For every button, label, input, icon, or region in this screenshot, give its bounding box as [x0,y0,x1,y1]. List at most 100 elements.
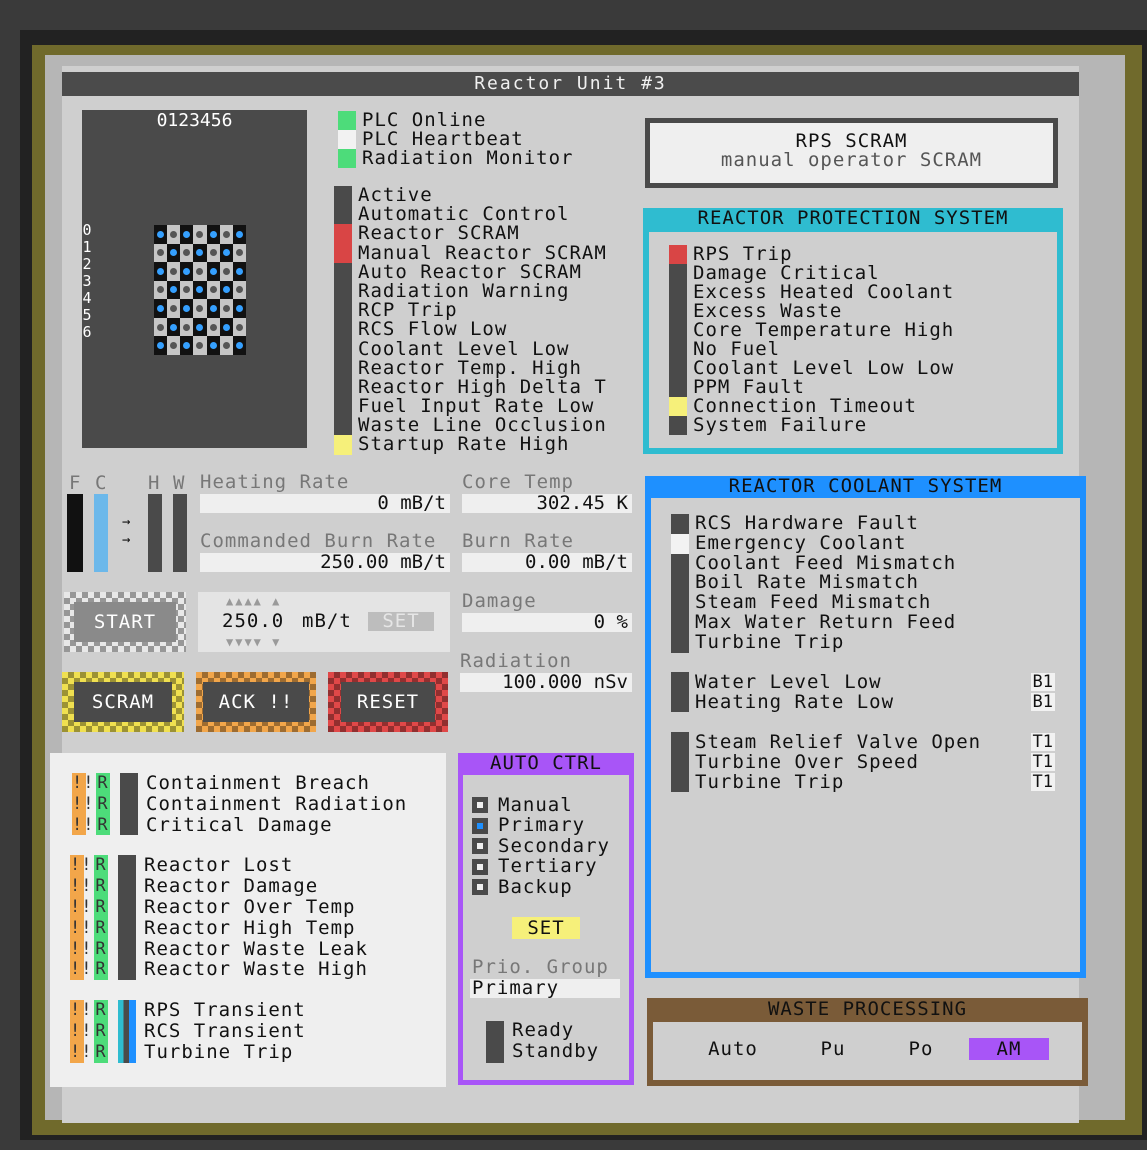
scram-button[interactable]: SCRAM [62,672,184,732]
radio-button[interactable] [472,879,488,896]
auto-ctrl-option[interactable]: Tertiary [472,857,610,878]
fuel-assembly[interactable] [219,262,233,281]
decrement-arrows[interactable]: ▼▼▼▼ ▼ [226,635,281,649]
auto-ctrl-set-button[interactable]: SET [512,917,580,939]
fuel-assembly[interactable] [193,225,207,244]
fuel-assembly[interactable] [193,280,207,300]
fuel-assembly[interactable] [167,243,181,263]
fuel-assembly[interactable] [167,299,181,318]
fuel-assembly[interactable] [206,317,220,337]
fuel-assembly[interactable] [180,317,194,337]
ack-button[interactable]: ACK !! [196,672,316,732]
fuel-assembly[interactable] [180,243,194,263]
setpoint-set-button[interactable]: SET [368,612,434,631]
alarm-ack-icon[interactable]: !! [70,855,91,876]
fuel-assembly[interactable] [193,299,207,318]
increment-arrows[interactable]: ▲▲▲▲ ▲ [226,594,281,608]
alarm-ack-icon[interactable]: !! [70,897,91,918]
alarm-reset-icon[interactable]: R [94,959,108,980]
auto-ctrl-option[interactable]: Manual [472,795,610,816]
fuel-assembly[interactable] [154,317,168,337]
radio-button[interactable] [472,797,488,814]
alarm-ack-icon[interactable]: !! [72,794,93,815]
fuel-assembly[interactable] [154,336,168,355]
alarm-reset-icon[interactable]: R [96,815,110,836]
waste-option-pu[interactable]: Pu [803,1038,863,1060]
alarm-reset-icon[interactable]: R [94,1042,108,1063]
fuel-assembly[interactable] [232,336,246,355]
radio-button[interactable] [472,817,488,834]
fuel-assembly[interactable] [167,336,181,355]
alarm-ack-icon[interactable]: !! [70,1021,91,1042]
fuel-assembly[interactable] [193,317,207,337]
fuel-assembly[interactable] [154,243,168,263]
alarm-ack-icon[interactable]: !! [70,959,91,980]
fuel-assembly[interactable] [219,243,233,263]
alarm-ack-icon[interactable]: !! [70,918,91,939]
fuel-assembly[interactable] [232,262,246,281]
fuel-assembly[interactable] [180,299,194,318]
fuel-assembly[interactable] [219,280,233,300]
alarm-reset-icon[interactable]: R [94,1000,108,1021]
fuel-assembly[interactable] [167,317,181,337]
alarm-reset-icon[interactable]: R [94,1021,108,1042]
fuel-assembly[interactable] [232,243,246,263]
indicator-light [671,772,689,792]
fuel-assembly[interactable] [167,225,181,244]
fuel-assembly[interactable] [232,299,246,318]
fuel-assembly[interactable] [193,243,207,263]
radio-button[interactable] [472,858,488,875]
fuel-assembly[interactable] [206,262,220,281]
alarm-reset-icon[interactable]: R [96,773,110,794]
reset-button[interactable]: RESET [328,672,448,732]
start-button[interactable]: START [64,592,186,652]
fuel-assembly[interactable] [154,280,168,300]
radio-button[interactable] [472,838,488,855]
waste-option-auto[interactable]: Auto [703,1038,763,1060]
alarm-reset-icon[interactable]: R [94,897,108,918]
alarm-ack-icon[interactable]: !! [70,1042,91,1063]
fuel-assembly[interactable] [180,262,194,281]
alarm-reset-icon[interactable]: R [94,939,108,960]
alarm-reset-icon[interactable]: R [94,855,108,876]
auto-ctrl-option[interactable]: Backup [472,877,610,898]
alarm-ack-icon[interactable]: !! [70,1000,91,1021]
alarm-reset-column: RRR [94,1000,108,1063]
burn-setpoint-input[interactable]: 250.0 [222,612,284,631]
fuel-assembly[interactable] [232,225,246,244]
fuel-assembly[interactable] [206,336,220,355]
auto-ctrl-option[interactable]: Secondary [472,836,610,857]
auto-ctrl-option[interactable]: Primary [472,816,610,837]
fuel-assembly[interactable] [219,225,233,244]
fuel-assembly[interactable] [206,243,220,263]
alarm-ack-icon[interactable]: !! [72,815,93,836]
fuel-assembly[interactable] [193,262,207,281]
fuel-assembly[interactable] [232,280,246,300]
alarm-ack-icon[interactable]: !! [72,773,93,794]
alarm-ack-icon[interactable]: !! [70,939,91,960]
fuel-assembly[interactable] [154,225,168,244]
fuel-assembly[interactable] [154,262,168,281]
fuel-assembly[interactable] [206,280,220,300]
fuel-assembly[interactable] [154,299,168,318]
fuel-assembly[interactable] [180,280,194,300]
alarm-reset-icon[interactable]: R [96,794,110,815]
alarm-ack-icon[interactable]: !! [70,876,91,897]
fuel-assembly[interactable] [180,336,194,355]
alarm-reset-icon[interactable]: R [94,918,108,939]
prio-group-select[interactable]: Primary [470,979,620,998]
fuel-assembly[interactable] [206,225,220,244]
fuel-assembly[interactable] [180,225,194,244]
fuel-assembly[interactable] [206,299,220,318]
fuel-assembly[interactable] [167,280,181,300]
fuel-assembly[interactable] [219,317,233,337]
waste-option-po[interactable]: Po [891,1038,951,1060]
core-grid[interactable] [154,225,246,355]
alarm-reset-icon[interactable]: R [94,876,108,897]
fuel-assembly[interactable] [232,317,246,337]
fuel-assembly[interactable] [167,262,181,281]
fuel-assembly[interactable] [193,336,207,355]
fuel-assembly[interactable] [219,336,233,355]
fuel-assembly[interactable] [219,299,233,318]
waste-option-am[interactable]: AM [969,1038,1049,1060]
